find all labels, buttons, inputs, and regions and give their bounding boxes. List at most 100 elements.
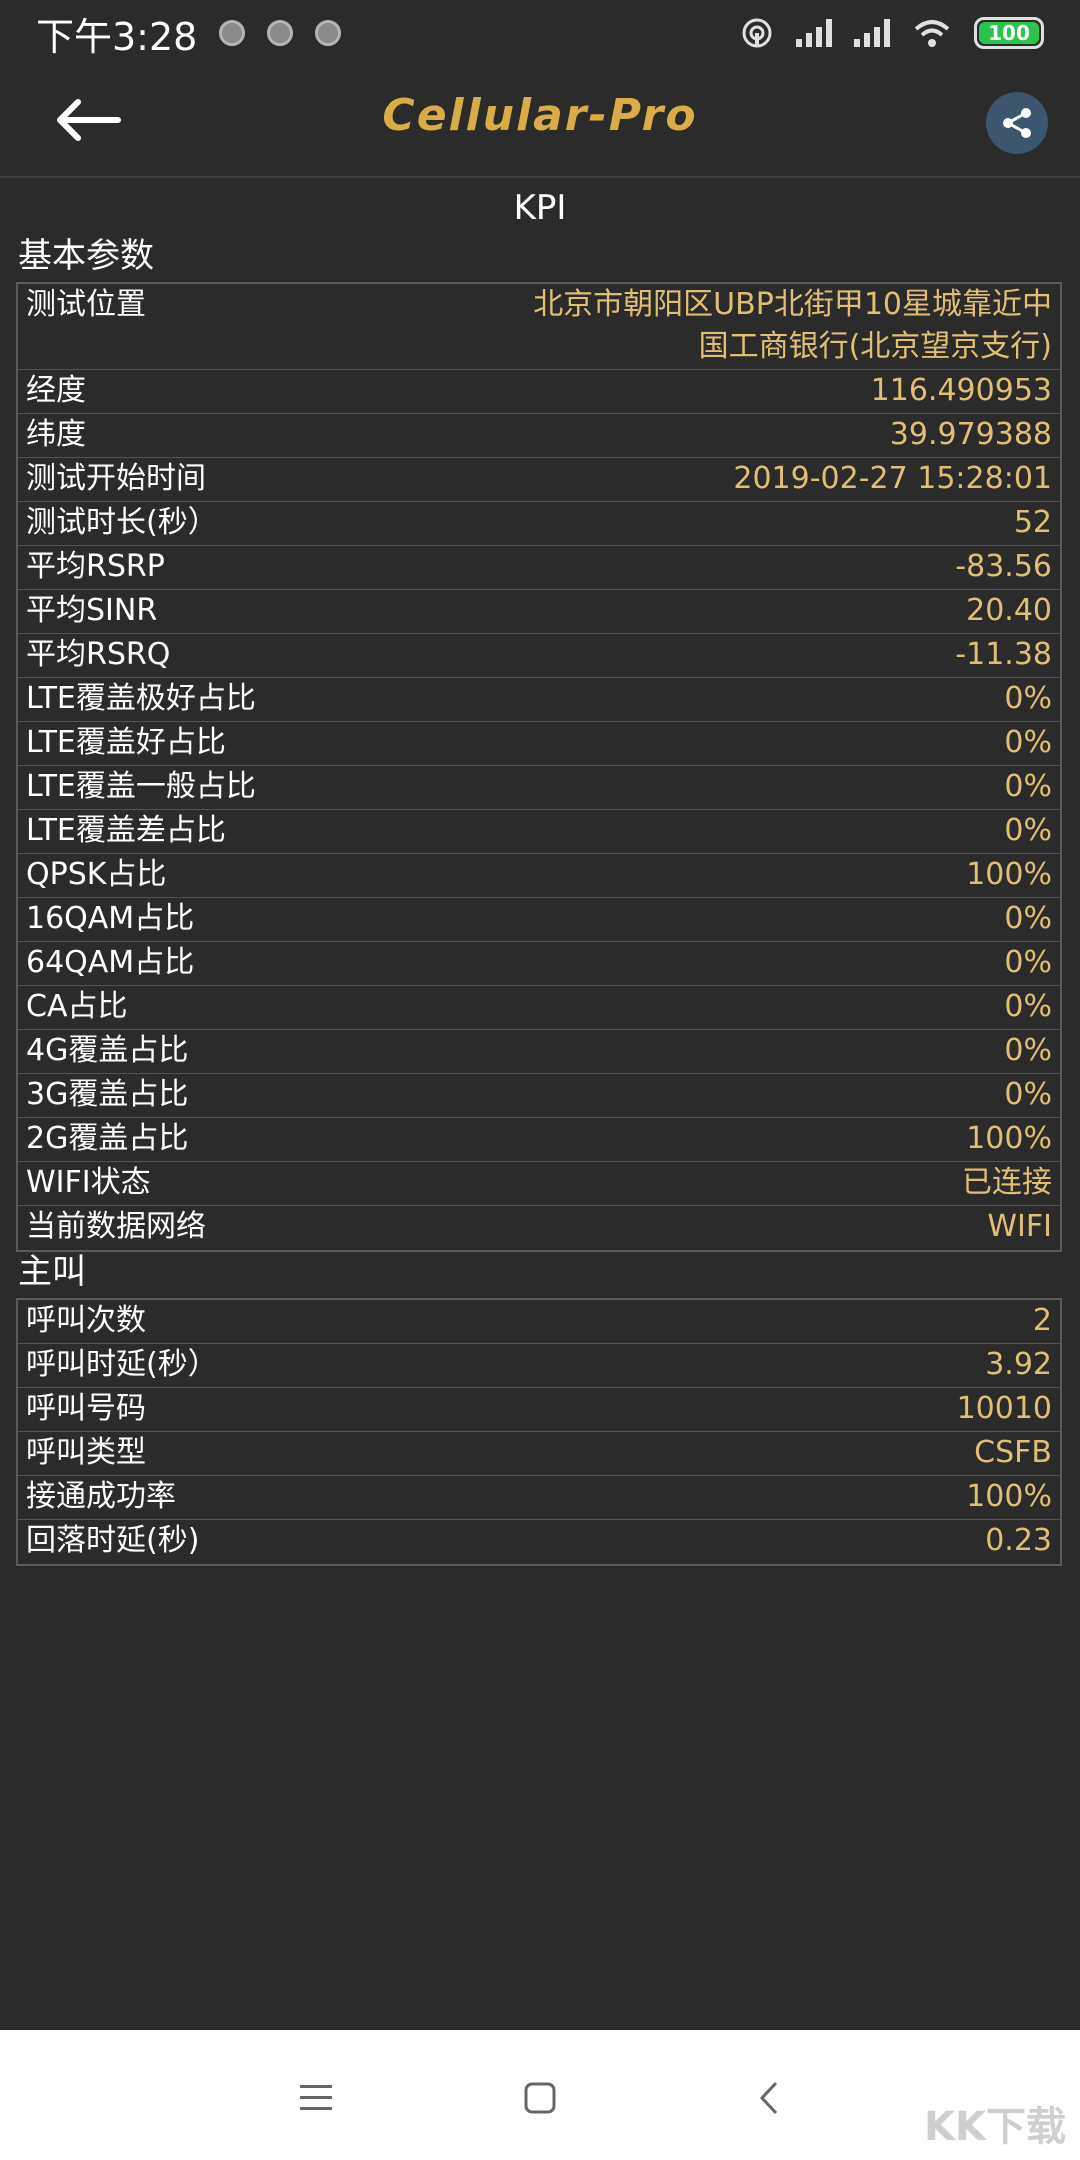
- status-indicators: 100: [740, 16, 1044, 50]
- app-bar: Cellular-Pro: [0, 66, 1080, 176]
- home-button[interactable]: [510, 2068, 570, 2128]
- row-value: WIFI: [987, 1209, 1052, 1244]
- table-row: 16QAM占比 0%: [18, 898, 1060, 942]
- app-title: Cellular-Pro: [382, 90, 698, 141]
- row-label: 经度: [26, 373, 86, 408]
- table-row: 呼叫时延(秒） 3.92: [18, 1344, 1060, 1388]
- table-row: 接通成功率 100%: [18, 1476, 1060, 1520]
- row-value: 100%: [966, 1479, 1052, 1514]
- table-row: 呼叫次数 2: [18, 1300, 1060, 1344]
- row-value: 0%: [1004, 769, 1052, 804]
- row-value: 0%: [1004, 681, 1052, 716]
- row-value: 39.979388: [889, 417, 1052, 452]
- row-value: 100%: [966, 1121, 1052, 1156]
- status-time: 下午3:28: [36, 14, 198, 59]
- row-label: 测试位置: [26, 287, 146, 322]
- row-value: 0%: [1004, 1033, 1052, 1068]
- row-value: 52: [1013, 505, 1052, 540]
- row-value: 3.92: [985, 1347, 1052, 1382]
- row-value: -11.38: [955, 637, 1052, 672]
- status-bar: 下午3:28 100: [0, 0, 1080, 66]
- row-value: 0%: [1004, 901, 1052, 936]
- kpi-table-call: 呼叫次数 2 呼叫时延(秒） 3.92 呼叫号码 10010 呼叫类型 CSFB 接通成…: [16, 1298, 1062, 1566]
- battery-level: 100: [979, 21, 1039, 45]
- row-label: 当前数据网络: [26, 1209, 206, 1244]
- row-value: 20.40: [966, 593, 1052, 628]
- row-label: QPSK占比: [26, 857, 167, 892]
- share-icon: [1003, 108, 1031, 138]
- table-row: 测试开始时间 2019-02-27 15:28:01: [18, 458, 1060, 502]
- table-row: LTE覆盖极好占比 0%: [18, 678, 1060, 722]
- row-label: 呼叫次数: [26, 1303, 146, 1338]
- table-row: 4G覆盖占比 0%: [18, 1030, 1060, 1074]
- row-label: LTE覆盖一般占比: [26, 769, 256, 804]
- row-value: 北京市朝阳区UBP北街甲10星城靠近中国工商银行(北京望京支行): [533, 287, 1052, 364]
- hotspot-icon: [742, 18, 772, 48]
- recent-apps-button[interactable]: [286, 2068, 346, 2128]
- table-row: LTE覆盖差占比 0%: [18, 810, 1060, 854]
- row-value: CSFB: [974, 1435, 1052, 1470]
- table-row: LTE覆盖一般占比 0%: [18, 766, 1060, 810]
- row-label: LTE覆盖差占比: [26, 813, 226, 848]
- row-value: 2: [1032, 1303, 1052, 1338]
- row-label: 64QAM占比: [26, 945, 195, 980]
- kpi-table-basic: 测试位置 北京市朝阳区UBP北街甲10星城靠近中国工商银行(北京望京支行) 经度…: [16, 282, 1062, 1252]
- row-value: 2019-02-27 15:28:01: [733, 461, 1052, 496]
- row-label: 平均RSRQ: [26, 637, 171, 672]
- row-value: 0%: [1004, 989, 1052, 1024]
- notification-icon: [267, 20, 294, 46]
- row-label: WIFI状态: [26, 1165, 151, 1200]
- row-value: 0%: [1004, 1077, 1052, 1112]
- app-bar-divider: [0, 176, 1080, 178]
- table-row: 当前数据网络 WIFI: [18, 1206, 1060, 1250]
- system-nav-bar: KK下载: [0, 2030, 1080, 2160]
- row-label: 回落时延(秒): [26, 1523, 200, 1558]
- battery-icon: 100: [974, 17, 1044, 49]
- row-value: 116.490953: [870, 373, 1052, 408]
- row-value: -83.56: [955, 549, 1052, 584]
- home-square-icon: [524, 2082, 556, 2114]
- row-value: 100%: [966, 857, 1052, 892]
- row-label: 3G覆盖占比: [26, 1077, 189, 1112]
- table-row: 测试时长(秒） 52: [18, 502, 1060, 546]
- table-row: LTE覆盖好占比 0%: [18, 722, 1060, 766]
- watermark: KK下载: [924, 2104, 1066, 2150]
- row-label: 接通成功率: [26, 1479, 176, 1514]
- table-row: 呼叫类型 CSFB: [18, 1432, 1060, 1476]
- row-value: 10010: [956, 1391, 1052, 1426]
- notification-icon: [219, 20, 246, 46]
- row-label: 纬度: [26, 417, 86, 452]
- row-label: 16QAM占比: [26, 901, 195, 936]
- row-label: 呼叫号码: [26, 1391, 146, 1426]
- table-row: 纬度 39.979388: [18, 414, 1060, 458]
- table-row: 平均RSRP -83.56: [18, 546, 1060, 590]
- menu-icon: [300, 2085, 332, 2110]
- table-row: 平均SINR 20.40: [18, 590, 1060, 634]
- table-row: 64QAM占比 0%: [18, 942, 1060, 986]
- notification-icons: [219, 20, 342, 46]
- row-label: 测试开始时间: [26, 461, 206, 496]
- share-button[interactable]: [986, 92, 1048, 154]
- cell-signal-icon: [796, 19, 832, 47]
- wifi-icon: [914, 20, 950, 47]
- table-row: CA占比 0%: [18, 986, 1060, 1030]
- row-label: 2G覆盖占比: [26, 1121, 189, 1156]
- table-row: 测试位置 北京市朝阳区UBP北街甲10星城靠近中国工商银行(北京望京支行): [18, 284, 1060, 370]
- page-title: KPI: [513, 188, 567, 228]
- row-label: 呼叫类型: [26, 1435, 146, 1470]
- row-value: 已连接: [962, 1165, 1052, 1200]
- row-label: 平均SINR: [26, 593, 158, 628]
- row-label: CA占比: [26, 989, 128, 1024]
- section-title-call: 主叫: [18, 1252, 86, 1292]
- row-value: 0%: [1004, 725, 1052, 760]
- table-row: 经度 116.490953: [18, 370, 1060, 414]
- table-row: QPSK占比 100%: [18, 854, 1060, 898]
- table-row: 平均RSRQ -11.38: [18, 634, 1060, 678]
- back-chevron-icon: [759, 2081, 778, 2115]
- notification-icon: [315, 20, 342, 46]
- row-label: LTE覆盖好占比: [26, 725, 226, 760]
- table-row: 回落时延(秒) 0.23: [18, 1520, 1060, 1564]
- system-back-button[interactable]: [738, 2068, 798, 2128]
- table-row: 2G覆盖占比 100%: [18, 1118, 1060, 1162]
- row-label: 测试时长(秒）: [26, 505, 218, 540]
